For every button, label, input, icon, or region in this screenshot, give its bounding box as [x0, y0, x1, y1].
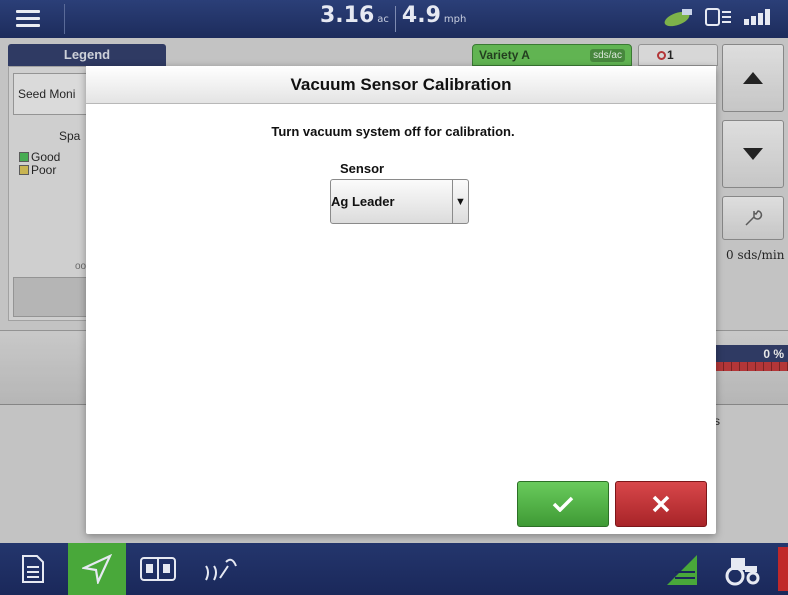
split-screen-icon — [140, 557, 176, 581]
divider — [64, 4, 65, 34]
vehicle-button[interactable] — [718, 543, 768, 595]
calibration-dialog: Vacuum Sensor Calibration Turn vacuum sy… — [86, 66, 716, 534]
sensor-dropdown[interactable]: Ag Leader ▼ — [330, 179, 469, 224]
gps-satellite-icon[interactable] — [662, 6, 696, 28]
dialog-title: Vacuum Sensor Calibration — [86, 66, 716, 104]
area-speed-readout: 3.16 ac 4.9 mph — [320, 3, 466, 35]
sensor-value: Ag Leader — [331, 194, 395, 209]
field-map-icon — [667, 555, 697, 585]
instruction-text: Turn vacuum system off for calibration. — [271, 124, 515, 139]
cancel-button[interactable] — [615, 481, 707, 527]
red-edge-tab[interactable] — [778, 547, 788, 591]
top-status-bar: 3.16 ac 4.9 mph — [0, 0, 788, 38]
map-nav-button[interactable] — [68, 543, 126, 595]
sensor-label: Sensor — [340, 161, 385, 176]
speed-value: 4.9 — [401, 3, 441, 28]
seedling-icon — [205, 558, 237, 581]
document-icon — [22, 555, 44, 583]
tractor-icon — [725, 558, 760, 586]
rate-map-button[interactable] — [660, 543, 704, 595]
menu-button[interactable] — [6, 4, 52, 34]
wireless-signal-icon[interactable] — [742, 6, 776, 28]
bottom-nav-bar — [0, 543, 788, 595]
dropdown-arrow-icon: ▼ — [452, 180, 468, 223]
split-view-button[interactable] — [132, 543, 184, 595]
close-icon — [652, 495, 670, 513]
area-value: 3.16 — [320, 3, 375, 28]
display-connection-icon[interactable] — [704, 6, 734, 28]
ok-button[interactable] — [517, 481, 609, 527]
area-unit: ac — [377, 14, 389, 25]
menu-icon — [16, 10, 40, 13]
planting-button[interactable] — [192, 543, 248, 595]
speed-unit: mph — [443, 14, 467, 25]
summary-button[interactable] — [8, 543, 58, 595]
navigation-arrow-icon — [82, 554, 112, 584]
status-icons — [662, 6, 776, 28]
checkmark-icon — [552, 496, 574, 512]
